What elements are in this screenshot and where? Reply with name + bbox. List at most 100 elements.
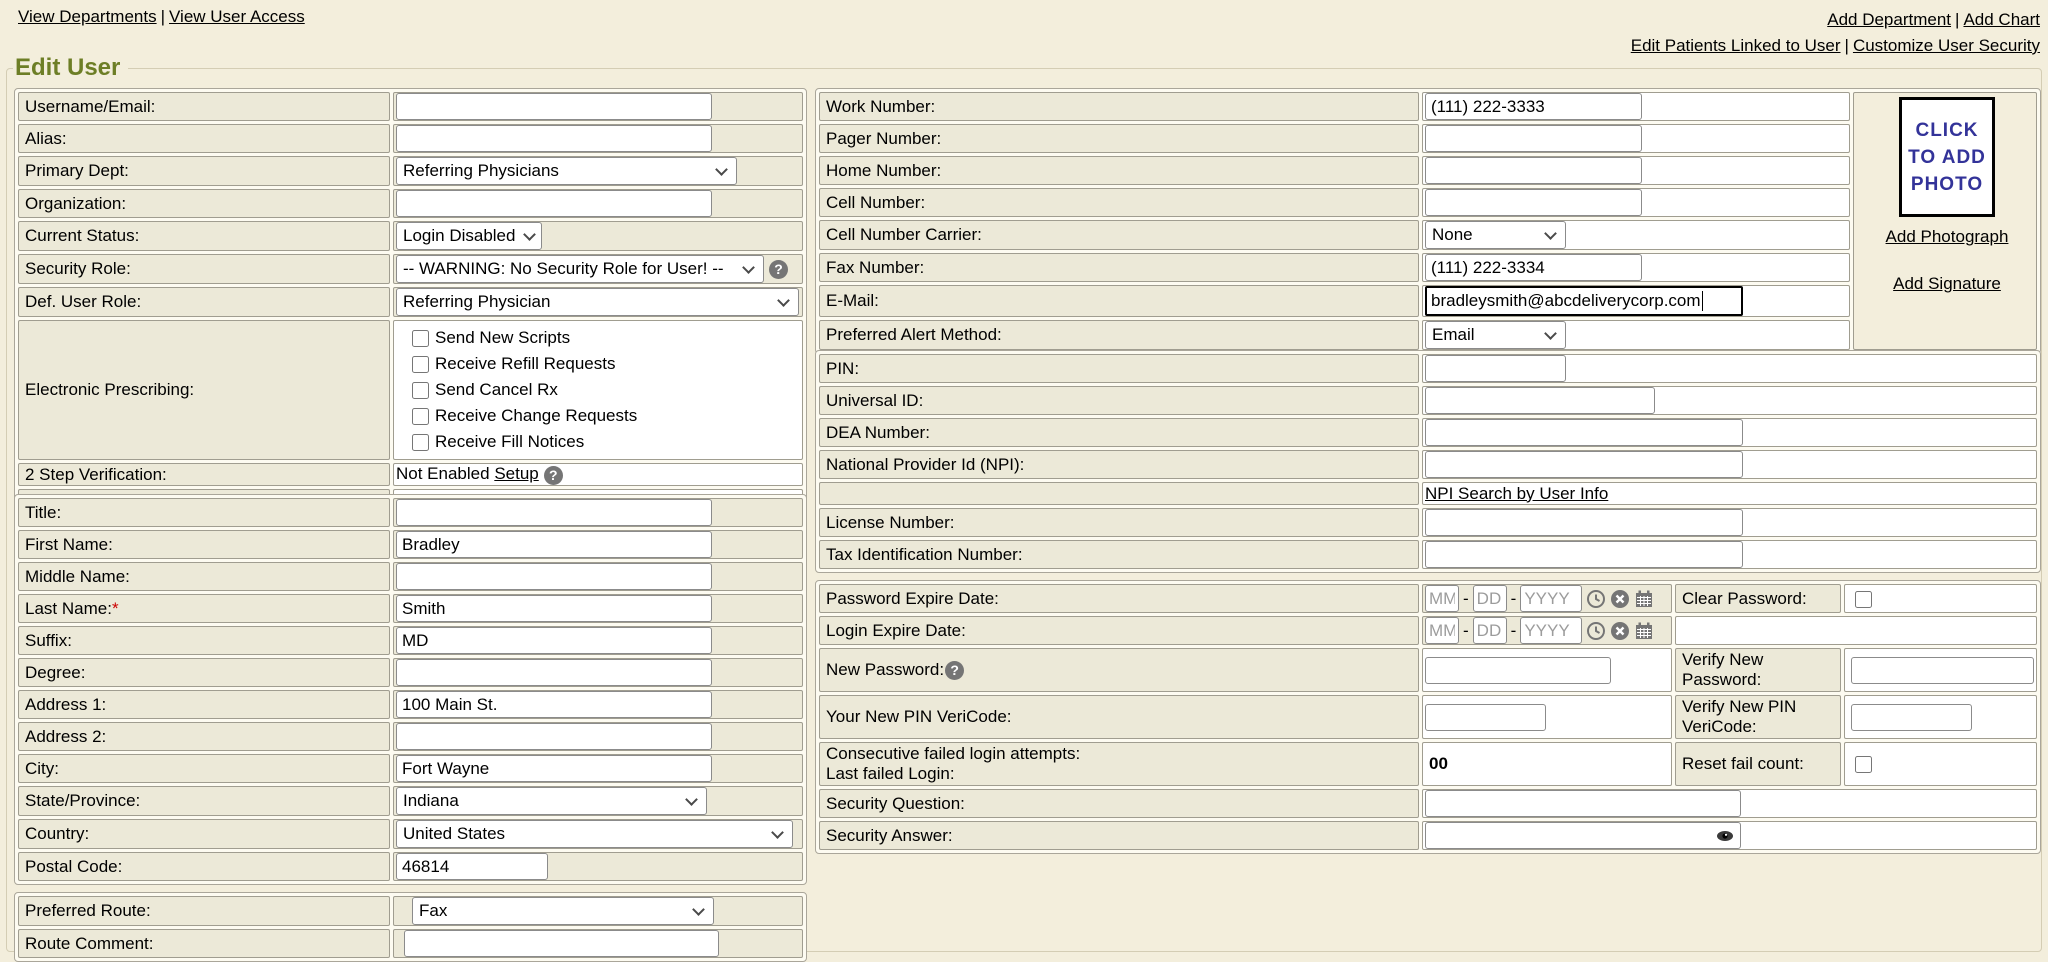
last-name-input[interactable] [396, 595, 712, 622]
photo-text-line: PHOTO [1911, 171, 1983, 198]
add-department-link[interactable]: Add Department [1827, 10, 1951, 29]
date-separator: - [1511, 589, 1517, 609]
clock-icon[interactable] [1586, 589, 1606, 609]
npi-input[interactable] [1425, 451, 1743, 478]
label-alert-method: Preferred Alert Method: [819, 320, 1419, 350]
alias-input[interactable] [396, 125, 712, 152]
receive-fill-notices-checkbox[interactable] [412, 434, 429, 451]
suffix-input[interactable] [396, 627, 712, 654]
calendar-icon[interactable] [1634, 621, 1654, 641]
password-expire-dd-input[interactable] [1473, 585, 1507, 612]
contact-info-table: Work Number: CLICK TO ADD PHOTO Add Phot… [815, 88, 2041, 354]
security-question-input[interactable] [1425, 790, 1741, 817]
receive-refill-requests-option[interactable]: Receive Refill Requests [412, 351, 800, 377]
pager-number-input[interactable] [1425, 125, 1642, 152]
cell-number-input[interactable] [1425, 189, 1642, 216]
eye-icon[interactable] [1716, 828, 1734, 844]
npi-search-link[interactable]: NPI Search by User Info [1425, 484, 1608, 503]
chevron-down-icon [715, 163, 728, 176]
email-value: bradleysmith@abcdeliverycorp.com [1431, 291, 1701, 311]
label-organization: Organization: [18, 189, 390, 218]
password-expire-date: -- [1425, 585, 1654, 612]
view-user-access-link[interactable]: View User Access [169, 7, 305, 26]
view-departments-link[interactable]: View Departments [18, 7, 157, 26]
label-verify-new-password: Verify New Password: [1675, 648, 1841, 692]
help-icon[interactable]: ? [945, 661, 964, 680]
email-input[interactable]: bradleysmith@abcdeliverycorp.com [1425, 286, 1743, 316]
current-status-select[interactable]: Login Disabled [396, 222, 542, 250]
clear-date-icon[interactable] [1610, 589, 1630, 609]
calendar-icon[interactable] [1634, 589, 1654, 609]
send-new-scripts-checkbox[interactable] [412, 330, 429, 347]
label-cell-carrier: Cell Number Carrier: [819, 220, 1419, 250]
send-cancel-rx-checkbox[interactable] [412, 382, 429, 399]
clock-icon[interactable] [1586, 621, 1606, 641]
chevron-down-icon [685, 793, 698, 806]
address2-input[interactable] [396, 723, 712, 750]
primary-dept-select[interactable]: Referring Physicians [396, 157, 737, 185]
login-expire-mm-input[interactable] [1425, 617, 1459, 644]
add-signature-link[interactable]: Add Signature [1860, 274, 2034, 294]
receive-fill-notices-option[interactable]: Receive Fill Notices [412, 429, 800, 455]
alert-method-select[interactable]: Email [1425, 321, 1566, 349]
help-icon[interactable]: ? [769, 260, 788, 279]
add-photograph-link[interactable]: Add Photograph [1860, 227, 2034, 247]
route-comment-input[interactable] [404, 930, 719, 957]
license-number-input[interactable] [1425, 509, 1743, 536]
help-icon[interactable]: ? [544, 466, 563, 485]
add-chart-link[interactable]: Add Chart [1963, 10, 2040, 29]
clear-date-icon[interactable] [1610, 621, 1630, 641]
password-expire-mm-input[interactable] [1425, 585, 1459, 612]
label-verify-pin-vericode: Verify New PIN VeriCode: [1675, 695, 1841, 739]
cell-carrier-select[interactable]: None [1425, 221, 1566, 249]
verify-new-password-input[interactable] [1851, 657, 2034, 684]
postal-code-input[interactable] [396, 853, 548, 880]
security-role-select[interactable]: -- WARNING: No Security Role for User! -… [396, 255, 764, 283]
add-photo-placeholder[interactable]: CLICK TO ADD PHOTO [1899, 97, 1995, 217]
organization-input[interactable] [396, 190, 712, 217]
city-input[interactable] [396, 755, 712, 782]
checkbox-label: Send New Scripts [435, 328, 570, 348]
receive-change-requests-option[interactable]: Receive Change Requests [412, 403, 800, 429]
customize-user-security-link[interactable]: Customize User Security [1853, 36, 2040, 55]
preferred-route-select[interactable]: Fax [412, 897, 714, 925]
pin-input[interactable] [1425, 355, 1566, 382]
title-input[interactable] [396, 499, 712, 526]
address1-input[interactable] [396, 691, 712, 718]
label-fax-number: Fax Number: [819, 253, 1419, 282]
username-input[interactable] [396, 93, 712, 120]
home-number-input[interactable] [1425, 157, 1642, 184]
state-select[interactable]: Indiana [396, 787, 707, 815]
label-city: City: [18, 754, 390, 783]
verify-pin-vericode-input[interactable] [1851, 704, 1972, 731]
send-new-scripts-option[interactable]: Send New Scripts [412, 325, 800, 351]
new-password-input[interactable] [1425, 657, 1611, 684]
receive-change-requests-checkbox[interactable] [412, 408, 429, 425]
tax-id-input[interactable] [1425, 541, 1743, 568]
dea-number-input[interactable] [1425, 419, 1743, 446]
edit-patients-linked-link[interactable]: Edit Patients Linked to User [1631, 36, 1841, 55]
clear-password-checkbox[interactable] [1855, 591, 1872, 608]
login-expire-dd-input[interactable] [1473, 617, 1507, 644]
pin-vericode-input[interactable] [1425, 704, 1546, 731]
password-expire-yyyy-input[interactable] [1520, 585, 1582, 612]
security-answer-input[interactable] [1425, 822, 1741, 849]
label-postal-code: Postal Code: [18, 852, 390, 881]
two-step-setup-link[interactable]: Setup [494, 464, 538, 483]
degree-input[interactable] [396, 659, 712, 686]
first-name-input[interactable] [396, 531, 712, 558]
middle-name-input[interactable] [396, 563, 712, 590]
reset-fail-count-checkbox[interactable] [1855, 756, 1872, 773]
label-security-role: Security Role: [18, 254, 390, 284]
checkbox-label: Receive Fill Notices [435, 432, 584, 452]
work-number-input[interactable] [1425, 93, 1642, 120]
login-expire-yyyy-input[interactable] [1520, 617, 1582, 644]
fax-number-input[interactable] [1425, 254, 1642, 281]
send-cancel-rx-option[interactable]: Send Cancel Rx [412, 377, 800, 403]
two-step-status: Not Enabled [396, 464, 490, 483]
page-title: Edit User [13, 54, 128, 82]
universal-id-input[interactable] [1425, 387, 1655, 414]
country-select[interactable]: United States [396, 820, 793, 848]
receive-refill-requests-checkbox[interactable] [412, 356, 429, 373]
def-user-role-select[interactable]: Referring Physician [396, 288, 799, 316]
